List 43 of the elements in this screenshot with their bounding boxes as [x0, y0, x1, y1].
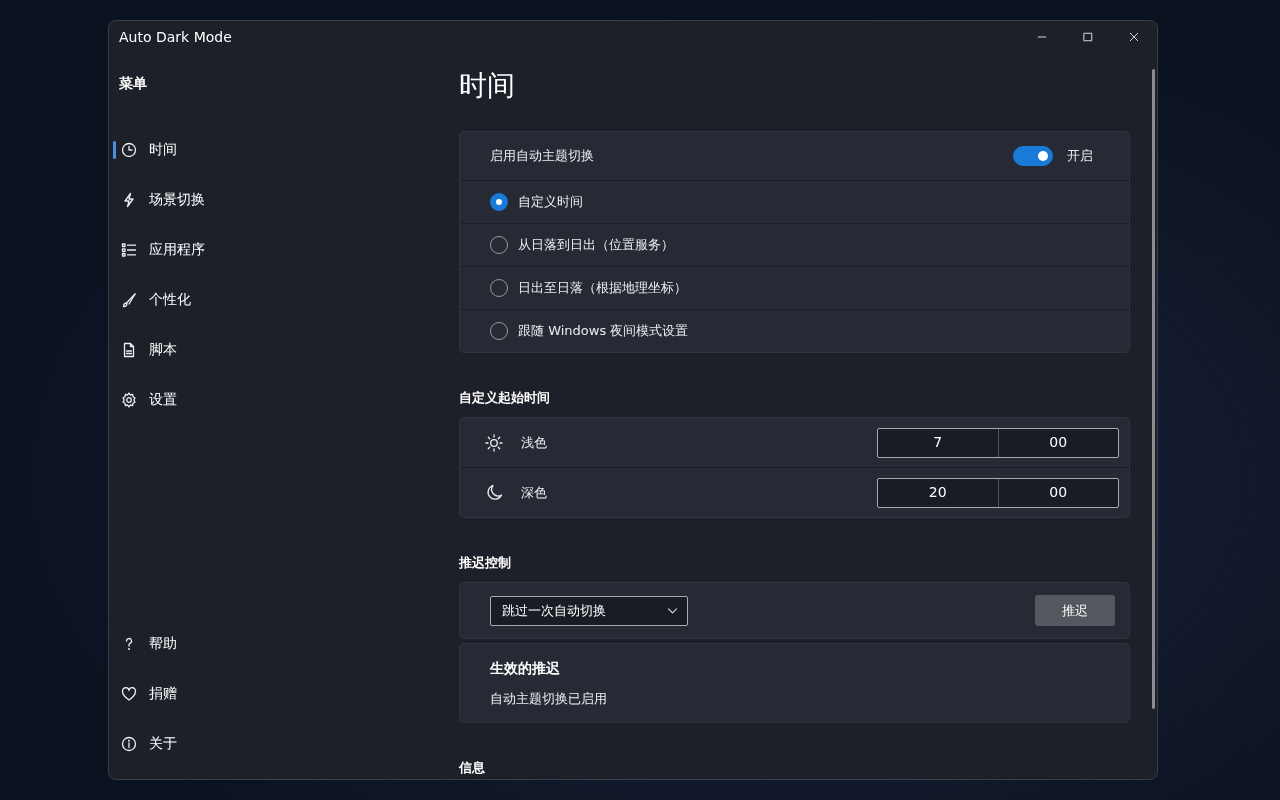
moon-icon: [485, 483, 503, 502]
maximize-icon: [1082, 31, 1094, 43]
section-heading: 自定义起始时间: [459, 389, 551, 407]
time-picker[interactable]: 7 00: [877, 427, 1119, 458]
sidebar-item[interactable]: 设置: [113, 375, 443, 425]
sidebar-item[interactable]: 时间: [113, 125, 443, 175]
radio-label: 跟随 Windows 夜间模式设置: [518, 322, 689, 340]
settings-icon: [121, 392, 137, 408]
time-picker[interactable]: 20 00: [877, 477, 1119, 508]
sidebar-item[interactable]: 捐赠: [113, 669, 443, 719]
radio-label: 日出至日落（根据地理坐标）: [518, 279, 687, 297]
time-label: 浅色: [521, 433, 548, 452]
brush-icon: [121, 292, 137, 308]
dropdown[interactable]: 跳过一次自动切换: [490, 595, 688, 626]
toggle-state: 开启: [1067, 147, 1093, 165]
toggle-switch[interactable]: [1013, 146, 1053, 166]
sidebar-item[interactable]: 个性化: [113, 275, 443, 325]
page-title: 时间: [459, 68, 516, 104]
sidebar-item[interactable]: 应用程序: [113, 225, 443, 275]
time-label: 深色: [521, 483, 548, 502]
postpone-button[interactable]: 推迟: [1035, 595, 1115, 626]
scrollbar[interactable]: [1152, 69, 1155, 709]
radio-label: 自定义时间: [518, 193, 583, 211]
sidebar-item[interactable]: 脚本: [113, 325, 443, 375]
section-heading: 信息: [459, 759, 486, 777]
section-heading: 推迟控制: [459, 554, 512, 572]
menu-header: 菜单: [118, 75, 148, 93]
document-icon: [121, 342, 137, 358]
window-title: Auto Dark Mode: [119, 29, 232, 45]
heart-icon: [121, 686, 137, 702]
sidebar-item[interactable]: 帮助: [113, 619, 443, 669]
status-title: 生效的推迟: [490, 660, 561, 678]
setting-label: 启用自动主题切换: [490, 147, 594, 165]
list-icon: [121, 242, 137, 258]
sun-icon: [485, 433, 503, 452]
status-text: 自动主题切换已启用: [490, 690, 608, 708]
close-icon: [1128, 31, 1140, 43]
sidebar-item[interactable]: 关于: [113, 719, 443, 769]
sidebar-item[interactable]: 场景切换: [113, 175, 443, 225]
clock-icon: [121, 142, 137, 158]
radio-button[interactable]: [490, 193, 508, 211]
info-icon: [121, 736, 137, 752]
radio-label: 从日落到日出（位置服务）: [518, 236, 674, 254]
